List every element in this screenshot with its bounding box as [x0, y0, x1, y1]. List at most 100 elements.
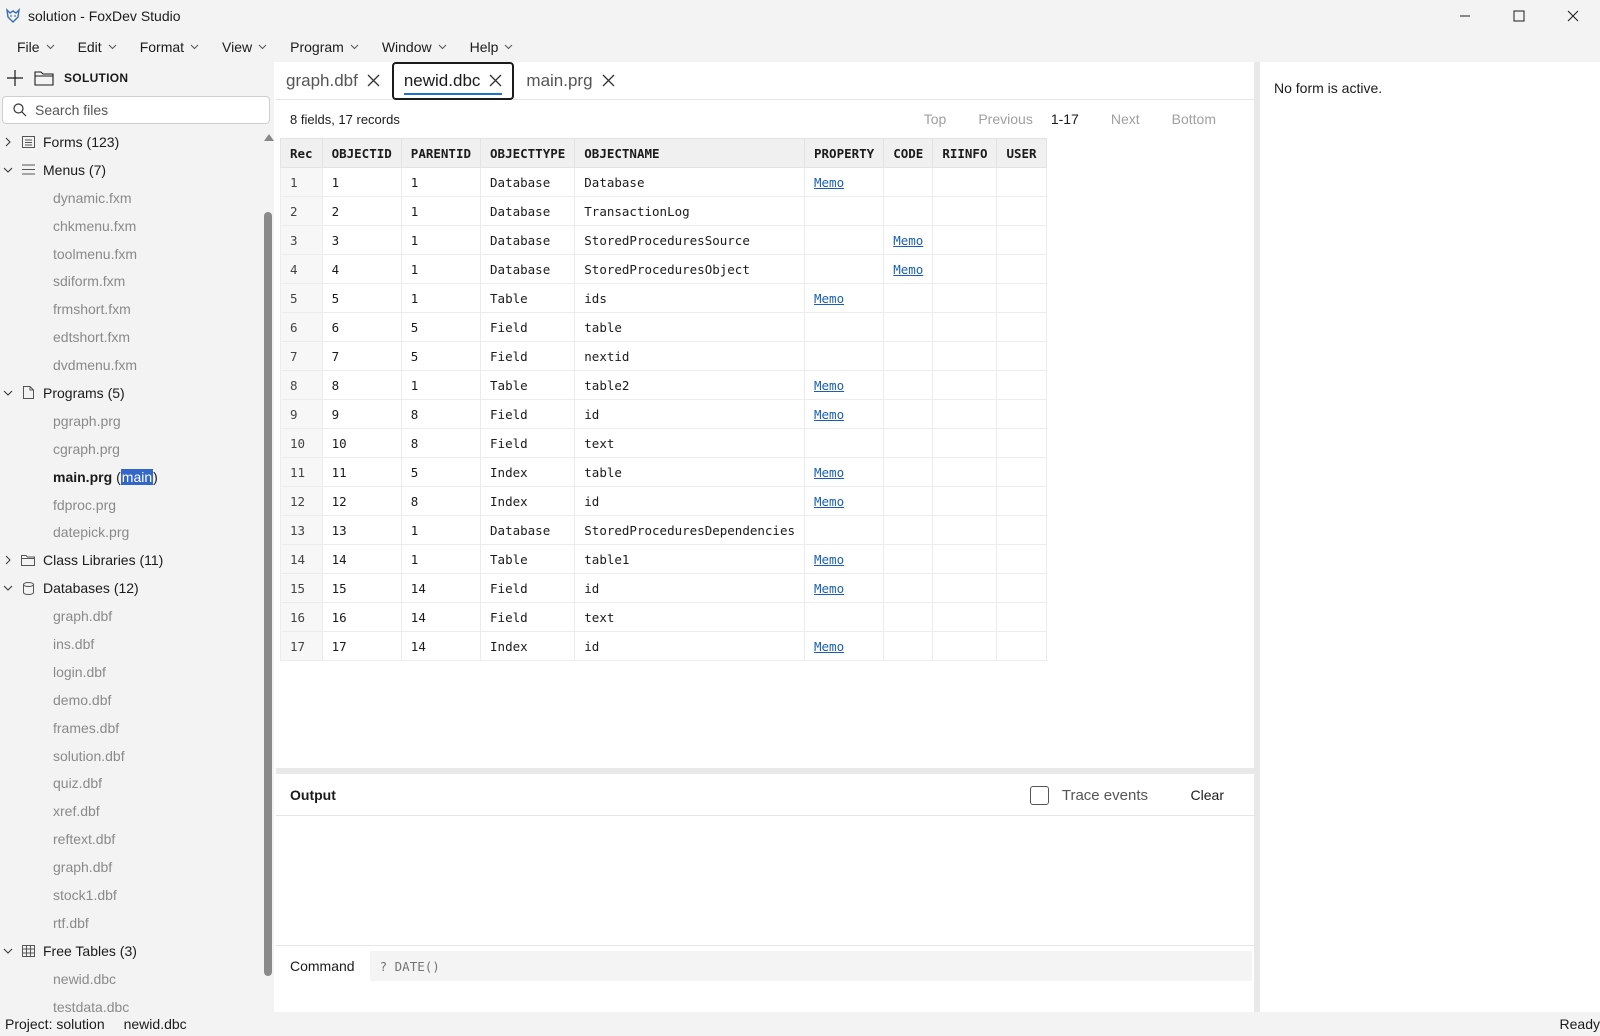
table-row[interactable]: 13 13 1 Database StoredProceduresDependencie…	[280, 515, 1047, 545]
memo-link[interactable]: Memo	[814, 378, 844, 393]
maximize-button[interactable]	[1492, 0, 1546, 32]
memo-link[interactable]: Memo	[814, 552, 844, 567]
tree-item[interactable]: testdata.dbc	[0, 993, 262, 1012]
memo-link[interactable]: Memo	[814, 291, 844, 306]
table-cell[interactable]: 5	[280, 283, 323, 313]
table-cell[interactable]: 13	[321, 515, 402, 545]
table-cell[interactable]: 14	[400, 602, 482, 632]
menu-format[interactable]: Format	[131, 34, 208, 60]
table-cell[interactable]: 14	[280, 544, 323, 574]
chevron-down-icon[interactable]	[2, 585, 14, 591]
column-header[interactable]: RIINFO	[932, 138, 998, 168]
memo-link[interactable]: Memo	[893, 233, 923, 248]
tree-group-databases[interactable]: Databases (12)	[0, 574, 262, 602]
table-cell[interactable]	[996, 428, 1047, 458]
column-header[interactable]: OBJECTTYPE	[480, 138, 576, 168]
column-header[interactable]: Rec	[280, 138, 323, 168]
table-cell[interactable]: 5	[400, 341, 482, 371]
table-cell[interactable]	[883, 196, 934, 226]
chevron-right-icon[interactable]	[2, 137, 14, 147]
table-cell[interactable]	[996, 254, 1047, 284]
tab-graph-dbf[interactable]: graph.dbf	[276, 63, 390, 99]
tab-main-prg[interactable]: main.prg	[516, 63, 624, 99]
table-cell[interactable]	[996, 515, 1047, 545]
table-cell[interactable]	[932, 370, 998, 400]
command-input[interactable]	[369, 951, 1252, 981]
table-cell[interactable]	[932, 196, 998, 226]
table-cell[interactable]: 10	[321, 428, 402, 458]
table-cell[interactable]: Memo	[803, 631, 885, 661]
table-cell[interactable]	[932, 486, 998, 516]
menu-edit[interactable]: Edit	[69, 34, 126, 60]
tree-item[interactable]: edtshort.fxm	[0, 323, 262, 351]
table-cell[interactable]	[883, 312, 934, 342]
table-row[interactable]: 12 12 8 Index id Memo	[280, 486, 1047, 516]
pager-previous-button[interactable]: Previous	[978, 111, 1032, 127]
table-cell[interactable]: 3	[280, 225, 323, 255]
tree-item[interactable]: toolmenu.fxm	[0, 240, 262, 268]
table-cell[interactable]: TransactionLog	[574, 196, 805, 226]
tree-item[interactable]: login.dbf	[0, 658, 262, 686]
table-cell[interactable]: Memo	[803, 167, 885, 197]
table-row[interactable]: 5 5 1 Table ids Memo	[280, 283, 1047, 313]
table-cell[interactable]	[996, 341, 1047, 371]
table-row[interactable]: 1 1 1 Database Database Memo	[280, 167, 1047, 197]
table-cell[interactable]: text	[574, 428, 805, 458]
pager-bottom-button[interactable]: Bottom	[1172, 111, 1216, 127]
table-cell[interactable]: 16	[280, 602, 323, 632]
tree-item[interactable]: datepick.prg	[0, 518, 262, 546]
table-cell[interactable]: 8	[280, 370, 323, 400]
table-cell[interactable]: Memo	[803, 283, 885, 313]
table-cell[interactable]: Table	[480, 544, 576, 574]
table-cell[interactable]	[996, 486, 1047, 516]
table-cell[interactable]	[883, 573, 934, 603]
table-cell[interactable]	[883, 486, 934, 516]
tree-item[interactable]: cgraph.prg	[0, 435, 262, 463]
tree-item[interactable]: frmshort.fxm	[0, 295, 262, 323]
tree-item[interactable]: solution.dbf	[0, 742, 262, 770]
table-cell[interactable]: 8	[321, 370, 402, 400]
table-cell[interactable]: Index	[480, 457, 576, 487]
tree-item[interactable]: newid.dbc	[0, 965, 262, 993]
table-cell[interactable]	[803, 515, 885, 545]
table-cell[interactable]: id	[574, 486, 805, 516]
table-cell[interactable]: Database	[480, 225, 576, 255]
menu-help[interactable]: Help	[461, 34, 523, 60]
table-cell[interactable]	[932, 573, 998, 603]
column-header[interactable]: PROPERTY	[803, 138, 885, 168]
table-cell[interactable]: 8	[400, 399, 482, 429]
table-cell[interactable]: id	[574, 631, 805, 661]
table-cell[interactable]: Index	[480, 486, 576, 516]
table-cell[interactable]	[883, 602, 934, 632]
table-cell[interactable]	[883, 457, 934, 487]
table-cell[interactable]: 9	[321, 399, 402, 429]
menu-view[interactable]: View	[213, 34, 276, 60]
table-cell[interactable]: 10	[280, 428, 323, 458]
table-cell[interactable]	[883, 283, 934, 313]
table-cell[interactable]	[932, 515, 998, 545]
table-cell[interactable]: 16	[321, 602, 402, 632]
chevron-down-icon[interactable]	[2, 167, 14, 173]
tree-item[interactable]: stock1.dbf	[0, 881, 262, 909]
table-cell[interactable]: Table	[480, 370, 576, 400]
table-cell[interactable]	[803, 312, 885, 342]
menu-program[interactable]: Program	[281, 34, 368, 60]
table-cell[interactable]: Database	[480, 196, 576, 226]
scroll-up-arrow-icon[interactable]	[264, 134, 274, 141]
table-cell[interactable]	[932, 341, 998, 371]
tree-item[interactable]: sdiform.fxm	[0, 267, 262, 295]
table-cell[interactable]	[883, 544, 934, 574]
table-cell[interactable]: Memo	[883, 225, 934, 255]
table-row[interactable]: 14 14 1 Table table1 Memo	[280, 544, 1047, 574]
chevron-down-icon[interactable]	[2, 390, 14, 396]
table-cell[interactable]: id	[574, 573, 805, 603]
table-cell[interactable]: 1	[400, 196, 482, 226]
table-cell[interactable]	[883, 167, 934, 197]
table-row[interactable]: 8 8 1 Table table2 Memo	[280, 370, 1047, 400]
table-cell[interactable]: 14	[400, 631, 482, 661]
table-cell[interactable]	[803, 341, 885, 371]
table-cell[interactable]	[803, 254, 885, 284]
table-cell[interactable]	[803, 428, 885, 458]
add-icon[interactable]	[6, 69, 24, 87]
table-cell[interactable]	[803, 225, 885, 255]
